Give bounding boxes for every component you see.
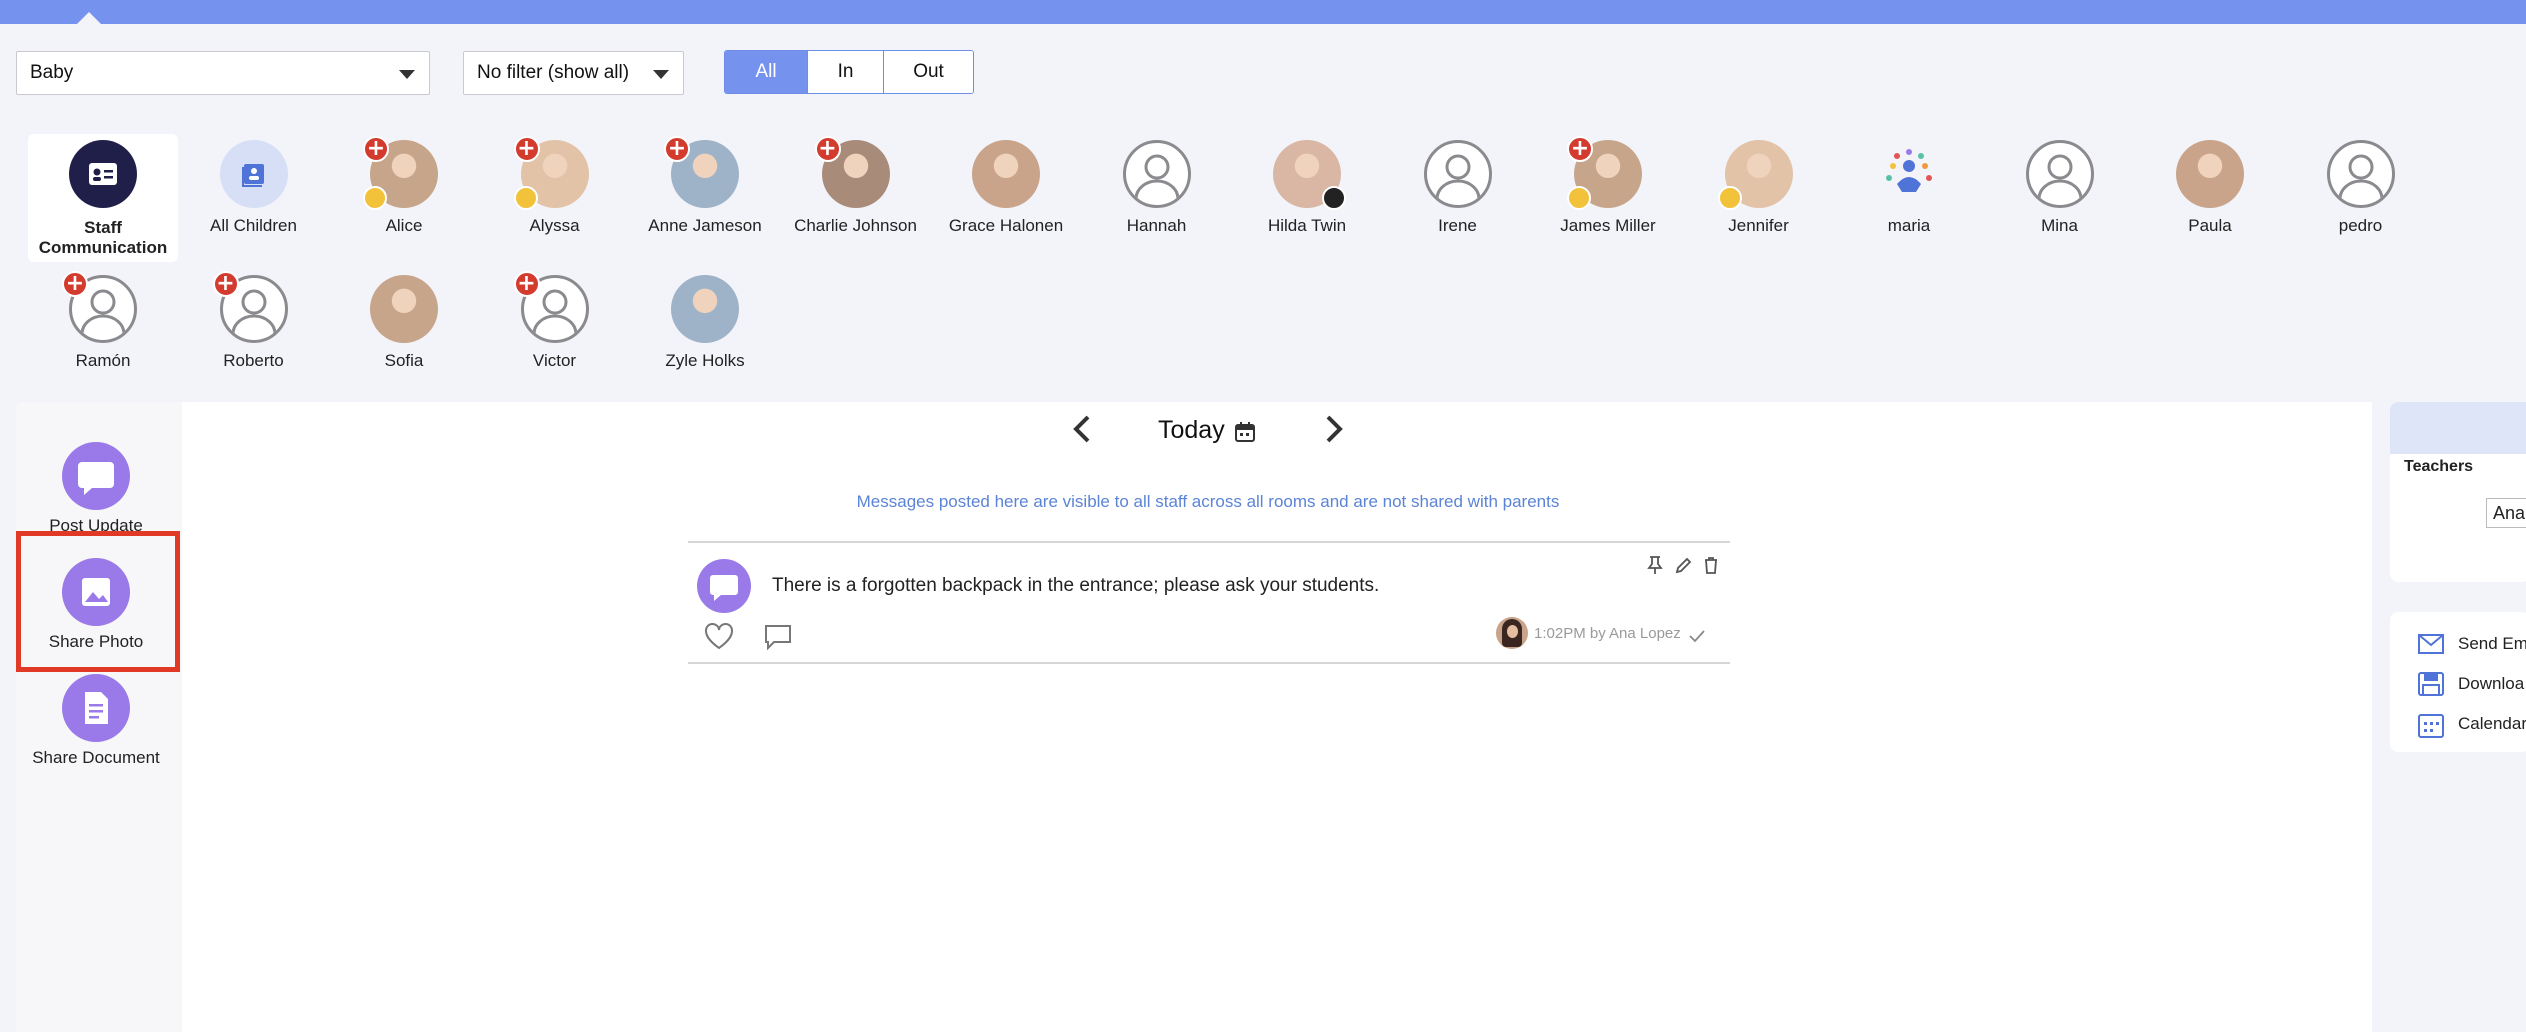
child-name: Hannah — [1126, 216, 1187, 235]
child-name: Irene — [1438, 216, 1477, 235]
next-day-button[interactable] — [1322, 414, 1346, 449]
date-label: Today — [1158, 416, 1225, 444]
teachers-card: Teachers Ana — [2390, 402, 2526, 582]
child-name: Roberto — [223, 351, 284, 370]
room-select-value: Baby — [30, 62, 74, 83]
avatar — [1496, 617, 1528, 649]
teacher-select[interactable]: Ana — [2486, 498, 2526, 528]
pin-icon[interactable] — [1646, 555, 1664, 580]
medical-plus-icon: + — [62, 271, 88, 297]
chevron-down-icon — [399, 70, 415, 79]
tab-out[interactable]: Out — [883, 51, 973, 93]
child-photo — [671, 275, 739, 343]
star-badge-icon — [1567, 186, 1591, 210]
mail-icon — [2418, 634, 2444, 659]
default-avatar-icon — [1122, 140, 1191, 208]
teachers-label: Teachers — [2404, 458, 2474, 475]
calendar-icon[interactable] — [1234, 421, 1256, 448]
default-avatar-icon — [2326, 140, 2395, 208]
star-badge-icon — [363, 186, 387, 210]
child-name: Hilda Twin — [1267, 216, 1347, 235]
star-badge-icon — [513, 186, 538, 210]
staff-notice: Messages posted here are visible to all … — [856, 492, 1560, 511]
medical-plus-icon: + — [814, 136, 841, 162]
child-name: Ramón — [75, 351, 131, 370]
child-name: Anne Jameson — [648, 216, 762, 235]
medical-plus-icon: + — [513, 136, 540, 162]
chat-bubble-icon — [697, 559, 751, 613]
child-name: James Miller — [1560, 216, 1656, 235]
child-name: Sofia — [384, 351, 424, 370]
filter-select-value: No filter (show all) — [477, 62, 630, 83]
calendar-icon — [2418, 712, 2444, 743]
star-badge-icon — [1717, 186, 1742, 210]
child-name: pedro — [2338, 216, 2383, 235]
comment-icon[interactable] — [764, 624, 792, 655]
tab-in[interactable]: In — [807, 51, 883, 93]
trash-icon[interactable] — [1702, 555, 1720, 580]
child-photo — [2176, 140, 2244, 208]
post-card: There is a forgotten backpack in the ent… — [688, 541, 1730, 664]
highlight-box — [16, 531, 180, 672]
download-link[interactable]: Downloa — [2458, 674, 2524, 694]
group-logo-icon — [1875, 140, 1943, 208]
tab-all[interactable]: All — [725, 51, 807, 93]
post-text: There is a forgotten backpack in the ent… — [772, 575, 1380, 596]
send-email-link[interactable]: Send Em — [2458, 634, 2526, 654]
child-name: Jennifer — [1728, 216, 1789, 235]
prev-day-button[interactable] — [1070, 414, 1094, 449]
child-name: Victor — [532, 351, 577, 370]
teachers-card-header — [2390, 402, 2526, 454]
child-name: Zyle Holks — [665, 351, 745, 370]
child-name: Grace Halonen — [948, 216, 1064, 235]
post-meta: 1:02PM by Ana Lopez — [1534, 625, 1681, 642]
child-name: maria — [1887, 216, 1931, 235]
child-photo — [972, 140, 1040, 208]
chevron-right-icon — [1326, 415, 1343, 443]
medical-plus-icon: + — [212, 271, 239, 297]
medical-plus-icon: + — [1567, 136, 1593, 162]
default-avatar-icon — [2025, 140, 2094, 208]
edit-icon[interactable] — [1674, 555, 1692, 580]
all-children-icon — [219, 140, 288, 208]
status-tabs: All In Out — [724, 50, 974, 94]
child-name: All Children — [210, 216, 297, 235]
medical-plus-icon: + — [363, 136, 389, 162]
no-camera-icon — [1322, 186, 1346, 210]
save-icon — [2418, 672, 2444, 701]
share-document-label: Share Document — [32, 748, 160, 767]
like-icon[interactable] — [704, 623, 734, 656]
child-name: Alice — [385, 216, 423, 235]
avatar-face — [1507, 625, 1518, 638]
chevron-down-icon — [653, 70, 669, 79]
child-name: Charlie Johnson — [794, 216, 917, 235]
staff-id-card-icon — [69, 140, 137, 208]
child-photo — [370, 275, 438, 343]
child-name: Alyssa — [529, 216, 580, 235]
child-name: Staff Communication — [38, 218, 168, 257]
links-card: Send Em Downloa Calendar — [2390, 612, 2526, 752]
check-icon — [1688, 629, 1706, 648]
room-select[interactable]: Baby — [16, 51, 430, 95]
filter-select[interactable]: No filter (show all) — [463, 51, 684, 95]
top-bar-notch — [77, 12, 101, 24]
top-bar — [0, 0, 2526, 24]
child-name: Paula — [2188, 216, 2232, 235]
child-name: Mina — [2041, 216, 2078, 235]
child-staff-communication[interactable]: Staff Communication — [28, 134, 178, 262]
default-avatar-icon — [1423, 140, 1492, 208]
medical-plus-icon: + — [664, 136, 690, 162]
medical-plus-icon: + — [513, 271, 540, 297]
calendar-link[interactable]: Calendar — [2458, 714, 2526, 734]
chevron-left-icon — [1073, 415, 1090, 443]
document-icon — [62, 674, 130, 742]
chat-bubble-icon — [62, 442, 130, 510]
